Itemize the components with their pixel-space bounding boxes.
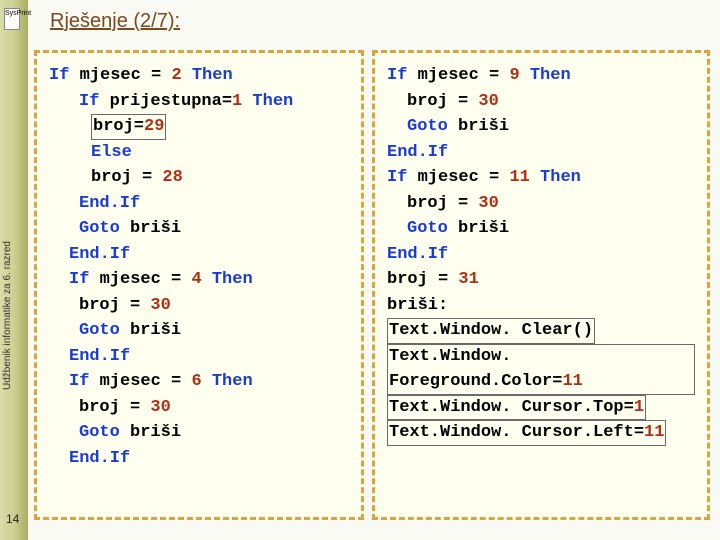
publisher-badge: SysPrint [4,8,20,30]
code-line: If mjesec = 4 Then [49,267,349,293]
code-line: broj = 30 [49,395,349,421]
code-line: Text.Window. Cursor.Top=1 [387,395,695,421]
code-line: End.If [387,242,695,268]
code-line: briši: [387,293,695,319]
code-line: broj = 30 [387,89,695,115]
code-line: broj=29 [49,114,349,140]
code-line: End.If [49,191,349,217]
code-panel-right: If mjesec = 9 Then broj = 30 Goto briši … [372,50,710,520]
vertical-label: Udžbenik informatike za 6. razred [2,190,13,390]
code-line: End.If [387,140,695,166]
left-edge: SysPrint Udžbenik informatike za 6. razr… [0,0,28,540]
code-line: broj = 30 [387,191,695,217]
slide-title: Rješenje (2/7): [50,10,180,33]
code-line: If mjesec = 9 Then [387,63,695,89]
code-line: End.If [49,242,349,268]
code-line: Text.Window. Foreground.Color=11 [387,344,695,395]
code-line: If mjesec = 11 Then [387,165,695,191]
page-number: 14 [6,512,19,526]
code-line: Goto briši [49,216,349,242]
code-line: Goto briši [49,420,349,446]
code-line: Goto briši [387,114,695,140]
code-line: Goto briši [387,216,695,242]
code-line: If mjesec = 6 Then [49,369,349,395]
code-line: broj = 28 [49,165,349,191]
code-line: Else [49,140,349,166]
code-line: End.If [49,344,349,370]
code-line: Goto briši [49,318,349,344]
code-line: Text.Window. Clear() [387,318,695,344]
code-line: If prijestupna=1 Then [49,89,349,115]
code-line: If mjesec = 2 Then [49,63,349,89]
code-line: End.If [49,446,349,472]
code-line: broj = 31 [387,267,695,293]
code-line: broj = 30 [49,293,349,319]
code-line: Text.Window. Cursor.Left=11 [387,420,695,446]
code-panel-left: If mjesec = 2 Then If prijestupna=1 Then… [34,50,364,520]
